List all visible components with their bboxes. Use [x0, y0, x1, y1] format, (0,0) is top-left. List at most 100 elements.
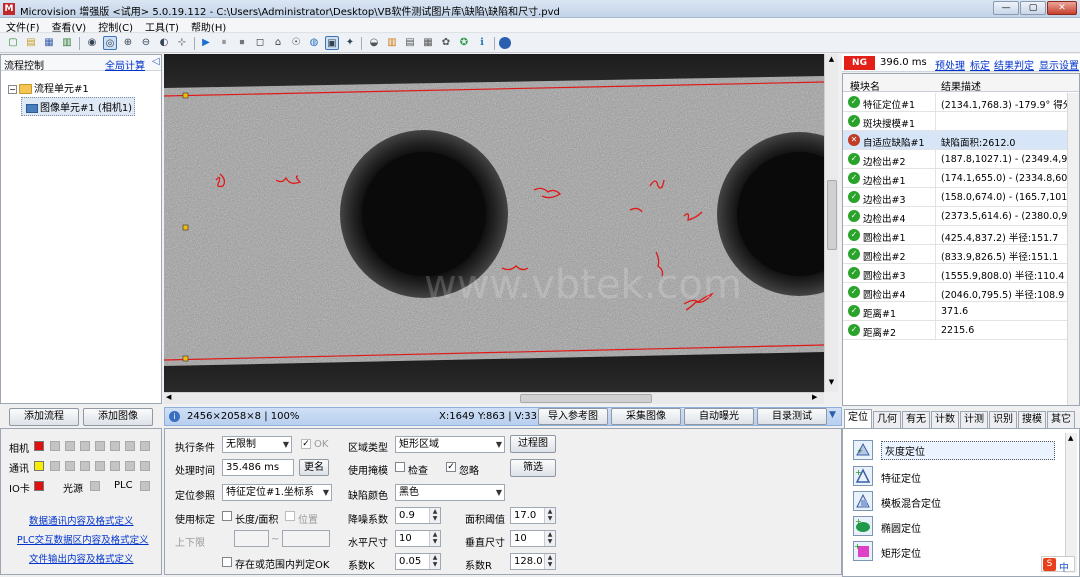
open-folder-icon[interactable]: ▤: [24, 36, 38, 50]
scroll-left-icon[interactable]: ◀: [166, 393, 171, 401]
rename-button[interactable]: 更名: [299, 459, 329, 476]
table-row[interactable]: ✓ 圆检出#4 (2046.0,795.5) 半径:108.9: [843, 283, 1079, 302]
tool-ellipse-locate[interactable]: + 椭圆定位: [853, 515, 1063, 537]
table-row[interactable]: ✓ 边检出#1 (174.1,655.0) - (2334.8,602.6): [843, 169, 1079, 188]
scroll-down-icon[interactable]: ▼: [826, 378, 837, 388]
grid-icon[interactable]: ▦: [421, 36, 435, 50]
camera-icon[interactable]: ◒: [367, 36, 381, 50]
noise-stepper[interactable]: 0.9 ▲ ▼: [395, 507, 441, 524]
tab-measure[interactable]: 计测: [960, 411, 988, 428]
table-row[interactable]: ✓ 斑块搜模#1: [843, 112, 1079, 131]
table-row[interactable]: ✓ 圆检出#2 (833.9,826.5) 半径:151.1: [843, 245, 1079, 264]
upper-limit-field[interactable]: [282, 530, 330, 547]
image-horizontal-scrollbar[interactable]: ◀ ▶: [164, 392, 824, 404]
spin-arrows-icon[interactable]: ▲ ▼: [544, 554, 555, 569]
tool-list-scrollbar[interactable]: ▲ ▼: [1065, 433, 1077, 573]
length-area-checkbox[interactable]: [222, 511, 232, 521]
ime-indicator[interactable]: S 中: [1041, 556, 1075, 574]
directory-test-button[interactable]: 目录测试: [757, 408, 827, 425]
crop-icon[interactable]: ◻: [253, 36, 267, 50]
result-table-scrollbar[interactable]: [1067, 93, 1079, 405]
h-size-stepper[interactable]: 10 ▲ ▼: [395, 530, 441, 547]
run-icon[interactable]: ▶: [199, 36, 213, 50]
stop-icon[interactable]: ⏹: [235, 36, 249, 50]
menu-control[interactable]: 控制(C): [92, 18, 139, 35]
flower-icon[interactable]: ✪: [457, 36, 471, 50]
marker-handle[interactable]: [182, 92, 189, 99]
close-button[interactable]: ✕: [1047, 1, 1077, 15]
color-wheel-icon[interactable]: ◍: [307, 36, 321, 50]
table-row[interactable]: ✓ 圆检出#3 (1555.9,808.0) 半径:110.4: [843, 264, 1079, 283]
table-row[interactable]: ✓ 距离#2 2215.6: [843, 321, 1079, 340]
capture-image-button[interactable]: 采集图像: [611, 408, 681, 425]
menu-help[interactable]: 帮助(H): [185, 18, 232, 35]
area-threshold-stepper[interactable]: 17.0 ▲ ▼: [510, 507, 556, 524]
collapse-left-icon[interactable]: ◁: [152, 56, 160, 67]
lower-limit-field[interactable]: [234, 530, 269, 547]
scroll-up-icon[interactable]: ▲: [1068, 434, 1073, 442]
eye-icon[interactable]: ◐: [157, 36, 171, 50]
scroll-thumb[interactable]: [827, 180, 837, 250]
zoom-plus-icon[interactable]: ⊕: [121, 36, 135, 50]
bulb-icon[interactable]: ☉: [289, 36, 303, 50]
tool-rect-locate[interactable]: + 矩形定位: [853, 540, 1063, 562]
reference-select[interactable]: 特征定位#1.坐标系 ▼: [222, 484, 332, 501]
region-type-select[interactable]: 矩形区域 ▼: [395, 436, 505, 453]
mask-ignore-checkbox[interactable]: ✓: [446, 462, 456, 472]
tree-expand-icon[interactable]: −: [8, 84, 17, 94]
display-settings-link[interactable]: 显示设置: [1039, 57, 1079, 72]
defect-color-select[interactable]: 黑色 ▼: [395, 484, 505, 501]
refresh-icon[interactable]: ▥: [385, 36, 399, 50]
menu-view[interactable]: 查看(V): [46, 18, 93, 35]
spin-arrows-icon[interactable]: ▲ ▼: [544, 531, 555, 546]
inspection-image[interactable]: www.vbtek.com: [164, 54, 824, 392]
result-judge-link[interactable]: 结果判定: [994, 57, 1034, 72]
scroll-thumb[interactable]: [520, 394, 652, 403]
list-icon[interactable]: ▤: [403, 36, 417, 50]
info-icon[interactable]: [499, 37, 511, 49]
tab-locate[interactable]: 定位: [844, 409, 872, 428]
preprocess-link[interactable]: 预处理: [935, 57, 965, 72]
tab-template[interactable]: 搜模: [1018, 411, 1046, 428]
pause-icon[interactable]: ⏸: [217, 36, 231, 50]
ok-checkbox[interactable]: ✓: [301, 439, 311, 449]
global-calc-link[interactable]: 全局计算: [105, 57, 145, 72]
plc-data-format-link[interactable]: PLC交互数据区内容及格式定义: [17, 532, 149, 546]
tab-other[interactable]: 其它: [1047, 411, 1075, 428]
home-icon[interactable]: ⌂: [271, 36, 285, 50]
table-row[interactable]: ✓ 边检出#3 (158.0,674.0) - (165.7,1015.0): [843, 188, 1079, 207]
minimize-button[interactable]: —: [993, 1, 1019, 15]
in-range-ok-checkbox[interactable]: [222, 557, 232, 567]
spin-arrows-icon[interactable]: ▲ ▼: [429, 531, 440, 546]
v-size-stepper[interactable]: 10 ▲ ▼: [510, 530, 556, 547]
zoom-minus-icon[interactable]: ⊖: [139, 36, 153, 50]
file-output-format-link[interactable]: 文件输出内容及格式定义: [29, 551, 134, 565]
table-icon[interactable]: ▥: [60, 36, 74, 50]
table-row[interactable]: ✕ 自适应缺陷#1 缺陷面积:2612.0: [843, 131, 1079, 150]
zoom-fit-icon[interactable]: ◎: [103, 36, 117, 50]
tool-gray-locate[interactable]: + 灰度定位: [853, 439, 1063, 461]
spin-arrows-icon[interactable]: ▲ ▼: [544, 508, 555, 523]
table-row[interactable]: ✓ 特征定位#1 (2134.1,768.3) -179.9° 得分:98: [843, 93, 1079, 112]
mask-check-checkbox[interactable]: [395, 462, 405, 472]
tab-recognize[interactable]: 识别: [989, 411, 1017, 428]
save-icon[interactable]: ▦: [42, 36, 56, 50]
k-coef-stepper[interactable]: 0.05 ▲ ▼: [395, 553, 441, 570]
dropdown-chevron-icon[interactable]: ▼: [829, 410, 836, 420]
tool-feature-locate[interactable]: + 特征定位: [853, 465, 1063, 487]
settings-icon[interactable]: ℹ: [475, 36, 489, 50]
spin-arrows-icon[interactable]: ▲ ▼: [429, 508, 440, 523]
table-row[interactable]: ✓ 边检出#4 (2373.5,614.6) - (2380.0,958.6): [843, 207, 1079, 226]
tab-presence[interactable]: 有无: [902, 411, 930, 428]
scroll-right-icon[interactable]: ▶: [812, 393, 817, 401]
position-checkbox[interactable]: [285, 511, 295, 521]
r-coef-stepper[interactable]: 128.0 ▲ ▼: [510, 553, 556, 570]
marker-handle[interactable]: [182, 355, 189, 362]
auto-exposure-button[interactable]: 自动曝光: [684, 408, 754, 425]
table-row[interactable]: ✓ 圆检出#1 (425.4,837.2) 半径:151.7: [843, 226, 1079, 245]
image-icon[interactable]: ✿: [439, 36, 453, 50]
tool-template-mix-locate[interactable]: 模板混合定位: [853, 490, 1063, 512]
new-icon[interactable]: ▢: [6, 36, 20, 50]
marker-handle[interactable]: [182, 224, 189, 231]
table-row[interactable]: ✓ 边检出#2 (187.8,1027.1) - (2349.4,973.2): [843, 150, 1079, 169]
